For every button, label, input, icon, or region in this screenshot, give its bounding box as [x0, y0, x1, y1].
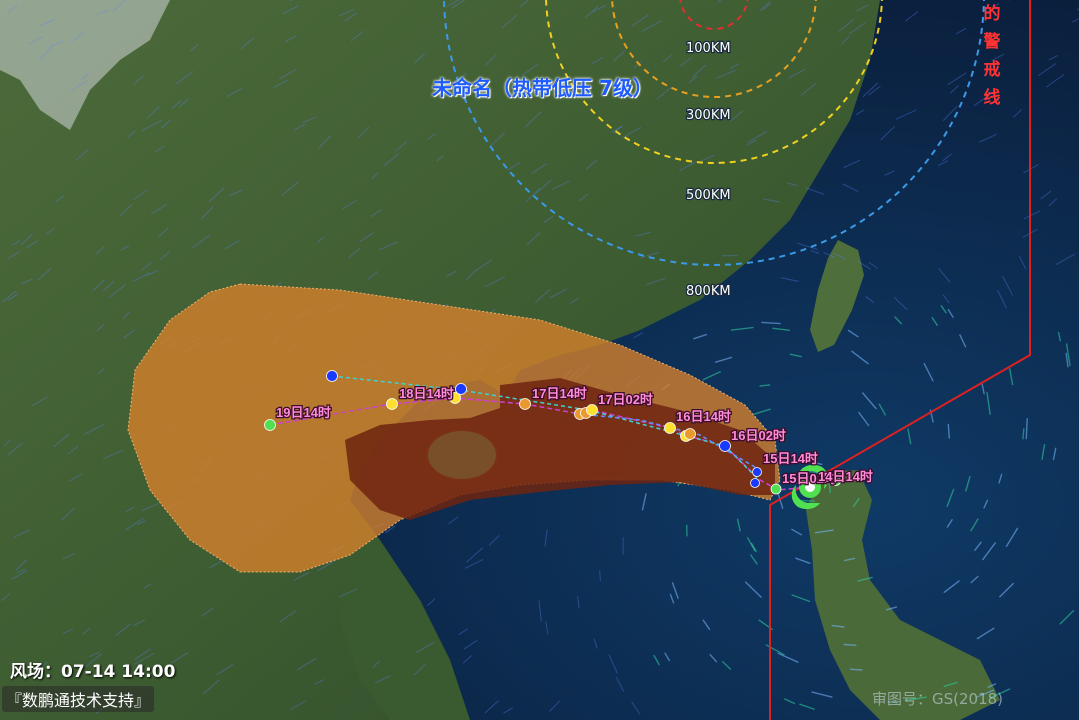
- wind-streak: [849, 668, 863, 671]
- forecast-point[interactable]: [752, 467, 762, 477]
- forecast-point[interactable]: [386, 398, 398, 410]
- forecast-point[interactable]: [719, 440, 731, 452]
- technical-support-tag[interactable]: 『数鹏通技术支持』: [2, 686, 155, 712]
- track-label: 15日14时: [763, 451, 818, 466]
- forecast-point[interactable]: [770, 483, 782, 495]
- forecast-point[interactable]: [519, 398, 531, 410]
- wind-streak: [1022, 428, 1025, 440]
- wind-streak: [1025, 418, 1028, 440]
- ring-label-300km: 300KM: [686, 108, 731, 123]
- hainan-overlay: [428, 431, 496, 479]
- warning-line-char: 戒: [983, 60, 1001, 80]
- warning-line-label: 的 警 戒 线: [980, 0, 1004, 112]
- warning-line-char: 警: [983, 32, 1001, 52]
- track-label: 19日14时: [276, 405, 331, 420]
- track-label: 16日14时: [676, 409, 731, 424]
- track-label: 18日14时: [399, 386, 454, 401]
- forecast-point[interactable]: [684, 428, 696, 440]
- wind-streak: [947, 423, 950, 439]
- wind-streak: [759, 384, 771, 387]
- forecast-point[interactable]: [455, 383, 467, 395]
- wind-streak: [599, 570, 601, 582]
- ring-label-500km: 500KM: [686, 188, 731, 203]
- storm-name-title: 未命名（热带低压 7级）: [432, 76, 653, 100]
- wind-streak: [800, 499, 816, 502]
- map-approval-number: 审图号：GS(2018): [872, 690, 1004, 708]
- ring-label-100km: 100KM: [686, 41, 731, 56]
- ring-label-800km: 800KM: [686, 284, 731, 299]
- forecast-point[interactable]: [664, 422, 676, 434]
- warning-line-char: 的: [983, 4, 1001, 24]
- forecast-point[interactable]: [750, 478, 760, 488]
- forecast-point[interactable]: [264, 419, 276, 431]
- track-label: 16日02时: [731, 428, 786, 443]
- typhoon-map[interactable]: 100KM 300KM 500KM 800KM 19日14时 18日14时 17…: [0, 0, 1079, 720]
- wind-streak: [843, 643, 857, 646]
- track-label: 17日02时: [598, 392, 653, 407]
- warning-line-char: 线: [983, 88, 1001, 108]
- forecast-point[interactable]: [586, 404, 598, 416]
- track-label: 14日14时: [818, 469, 873, 484]
- forecast-point[interactable]: [326, 370, 338, 382]
- map-canvas[interactable]: 100KM 300KM 500KM 800KM 19日14时 18日14时 17…: [0, 0, 1079, 720]
- track-label: 17日14时: [532, 386, 587, 401]
- wind-field-time: 风场：07-14 14:00: [10, 662, 176, 682]
